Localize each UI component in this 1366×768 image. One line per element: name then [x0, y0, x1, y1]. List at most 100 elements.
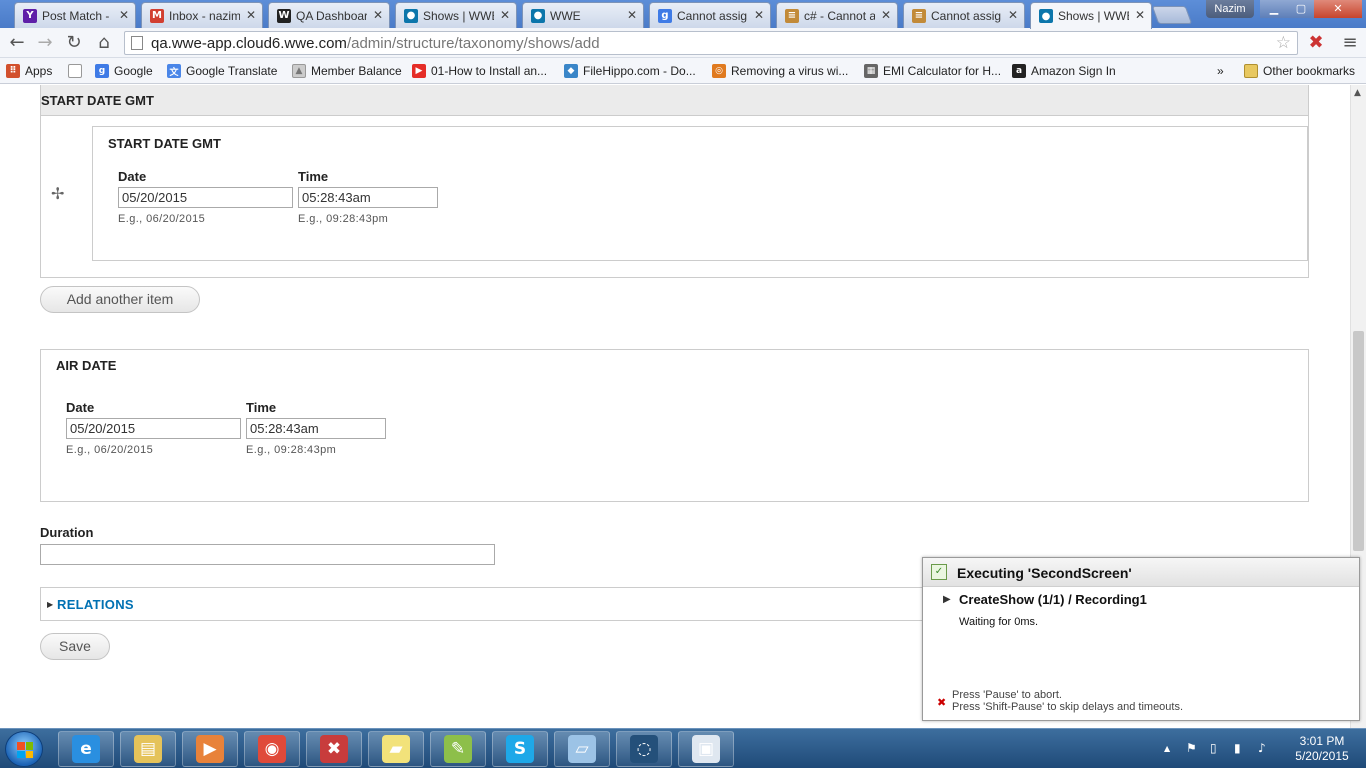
- air-date-input[interactable]: [66, 418, 241, 439]
- reload-icon[interactable]: ↻: [63, 32, 85, 54]
- yahoo-icon: Y: [23, 8, 37, 23]
- tab-title: Inbox - nazim: [169, 8, 240, 23]
- duration-input[interactable]: [40, 544, 495, 565]
- tab-close-icon[interactable]: ✕: [1008, 8, 1018, 22]
- bookmark-item[interactable]: g Google: [95, 62, 153, 80]
- bookmark-item[interactable]: ▶ 01-How to Install an...: [412, 62, 547, 80]
- windows-logo-icon: [17, 742, 33, 758]
- forward-arrow-icon[interactable]: →: [34, 32, 56, 54]
- taskbar-button[interactable]: ◌: [616, 731, 672, 767]
- bookmarks-bar: ⠿ Apps g Google 文 Google Translate ▲ Member Bal…: [0, 58, 1366, 84]
- taskbar-button[interactable]: ▶: [182, 731, 238, 767]
- bookmark-item[interactable]: [68, 62, 82, 80]
- browser-tab-strip: Y Post Match - ✕ M Inbox - nazim ✕ W QA Dashboa…: [0, 0, 1366, 29]
- taskbar-button[interactable]: S: [492, 731, 548, 767]
- scrollbar-thumb[interactable]: [1353, 331, 1364, 551]
- browser-tab[interactable]: ≡ Cannot assig ✕: [903, 2, 1025, 28]
- relations-link[interactable]: RELATIONS: [57, 597, 134, 612]
- tab-close-icon[interactable]: ✕: [246, 8, 256, 22]
- air-time-input[interactable]: [246, 418, 386, 439]
- tab-close-icon[interactable]: ✕: [373, 8, 383, 22]
- abort-icon: ✖: [937, 696, 947, 709]
- bookmark-label: FileHippo.com - Do...: [583, 64, 696, 78]
- window-maximize-button[interactable]: ▢: [1288, 0, 1314, 18]
- bookmark-item[interactable]: ▦ EMI Calculator for H...: [864, 62, 1001, 80]
- browser-tab[interactable]: Y Post Match - ✕: [14, 2, 136, 28]
- browser-tab[interactable]: g Cannot assig ✕: [649, 2, 771, 28]
- save-button[interactable]: Save: [40, 633, 110, 660]
- popup-header: ✓ Executing 'SecondScreen': [923, 558, 1359, 587]
- bookmarks-overflow-button[interactable]: »: [1217, 62, 1224, 80]
- taskbar-button[interactable]: ▰: [368, 731, 424, 767]
- bookmark-item[interactable]: ◎ Removing a virus wi...: [712, 62, 848, 80]
- scroll-up-arrow-icon[interactable]: ▲: [1354, 88, 1361, 98]
- taskbar-button[interactable]: ◉: [244, 731, 300, 767]
- apps-grid-icon: ⠿: [6, 64, 20, 78]
- action-center-flag-icon[interactable]: ⚑: [1186, 741, 1197, 755]
- start-date-gmt-field: START DATE GMT ✢ START DATE GMT Date E.g…: [40, 85, 1309, 278]
- tab-close-icon[interactable]: ✕: [881, 8, 891, 22]
- back-arrow-icon[interactable]: ←: [6, 32, 28, 54]
- tab-title: Shows | WWE: [423, 8, 494, 23]
- taskbar-button[interactable]: ▤: [120, 731, 176, 767]
- address-bar[interactable]: qa.wwe-app.cloud6.wwe.com /admin/structu…: [124, 31, 1298, 55]
- user-profile-badge[interactable]: Nazim: [1206, 0, 1254, 18]
- other-bookmarks-folder[interactable]: Other bookmarks: [1244, 62, 1355, 80]
- volume-icon[interactable]: ♪: [1258, 741, 1266, 755]
- window-close-button[interactable]: ✕: [1314, 0, 1362, 18]
- bookmark-item[interactable]: 文 Google Translate: [167, 62, 277, 80]
- browser-tab[interactable]: ≡ c# - Cannot a ✕: [776, 2, 898, 28]
- browser-tab[interactable]: W QA Dashboar ✕: [268, 2, 390, 28]
- tab-close-icon[interactable]: ✕: [1135, 8, 1145, 22]
- tab-title: Cannot assig: [677, 8, 748, 23]
- start-time-input[interactable]: [298, 187, 438, 208]
- folder-icon: [1244, 64, 1258, 78]
- tab-close-icon[interactable]: ✕: [627, 8, 637, 22]
- tab-close-icon[interactable]: ✕: [119, 8, 129, 22]
- start-date-input[interactable]: [118, 187, 293, 208]
- bookmark-item[interactable]: ◆ FileHippo.com - Do...: [564, 62, 696, 80]
- bookmark-item[interactable]: ⠿ Apps: [6, 62, 52, 80]
- script-status-icon: ✓: [931, 564, 947, 580]
- popup-step: CreateShow (1/1) / Recording1: [959, 592, 1147, 607]
- tab-close-icon[interactable]: ✕: [500, 8, 510, 22]
- home-icon[interactable]: ⌂: [93, 32, 115, 54]
- blank-page-icon: [68, 64, 82, 78]
- browser-tab[interactable]: ● WWE ✕: [522, 2, 644, 28]
- browser-tab[interactable]: M Inbox - nazim ✕: [141, 2, 263, 28]
- windows-taskbar: e ▤ ▶ ◉ ✖ ▰ ✎ S ▱ ◌ ▣ ▲ ⚑ ▯ ▮ ♪ 3:01 PM 5/20/2015: [0, 728, 1366, 768]
- tab-title: Shows | WWE: [1058, 9, 1129, 23]
- tray-expand-arrow-icon[interactable]: ▲: [1164, 744, 1170, 753]
- add-another-item-button[interactable]: Add another item: [40, 286, 200, 313]
- tab-close-icon[interactable]: ✕: [754, 8, 764, 22]
- network-signal-icon[interactable]: ▮: [1234, 741, 1241, 755]
- bookmark-item[interactable]: a Amazon Sign In: [1012, 62, 1116, 80]
- popup-status: Waiting for 0ms.: [959, 616, 1039, 628]
- browser-tab[interactable]: ● Shows | WWE ✕: [395, 2, 517, 28]
- taskbar-button[interactable]: ▱: [554, 731, 610, 767]
- play-icon: ▶: [943, 594, 951, 605]
- air-date-fieldset: AIR DATE Date E.g., 06/20/2015 Time E.g.…: [40, 349, 1309, 502]
- browser-tab[interactable]: ● Shows | WWE ✕: [1030, 2, 1152, 29]
- bookmark-star-icon[interactable]: ☆: [1276, 33, 1291, 53]
- new-tab-button[interactable]: [1151, 6, 1193, 24]
- device-icon[interactable]: ▯: [1210, 741, 1217, 755]
- taskbar-button[interactable]: ▣: [678, 731, 734, 767]
- stackoverflow-icon: ≡: [785, 8, 799, 23]
- popup-hint-pause: Press 'Pause' to abort.: [952, 689, 1062, 701]
- taskbar-button[interactable]: ✎: [430, 731, 486, 767]
- bookmark-item[interactable]: ▲ Member Balance: [292, 62, 402, 80]
- air-date-title: AIR DATE: [56, 358, 117, 373]
- tab-title: Post Match -: [42, 8, 110, 23]
- system-clock[interactable]: 3:01 PM 5/20/2015: [1286, 734, 1358, 764]
- taskbar-button[interactable]: e: [58, 731, 114, 767]
- start-button[interactable]: [5, 731, 43, 767]
- extension-icon[interactable]: ✖: [1306, 33, 1326, 53]
- duration-label: Duration: [40, 525, 94, 540]
- window-minimize-button[interactable]: ▁: [1260, 0, 1288, 18]
- taskbar-button[interactable]: ✖: [306, 731, 362, 767]
- browser-menu-icon[interactable]: ≡: [1340, 32, 1360, 54]
- translate-icon: 文: [167, 64, 181, 78]
- drag-handle-icon[interactable]: ✢: [51, 184, 64, 203]
- start-date-hint: E.g., 06/20/2015: [118, 213, 206, 225]
